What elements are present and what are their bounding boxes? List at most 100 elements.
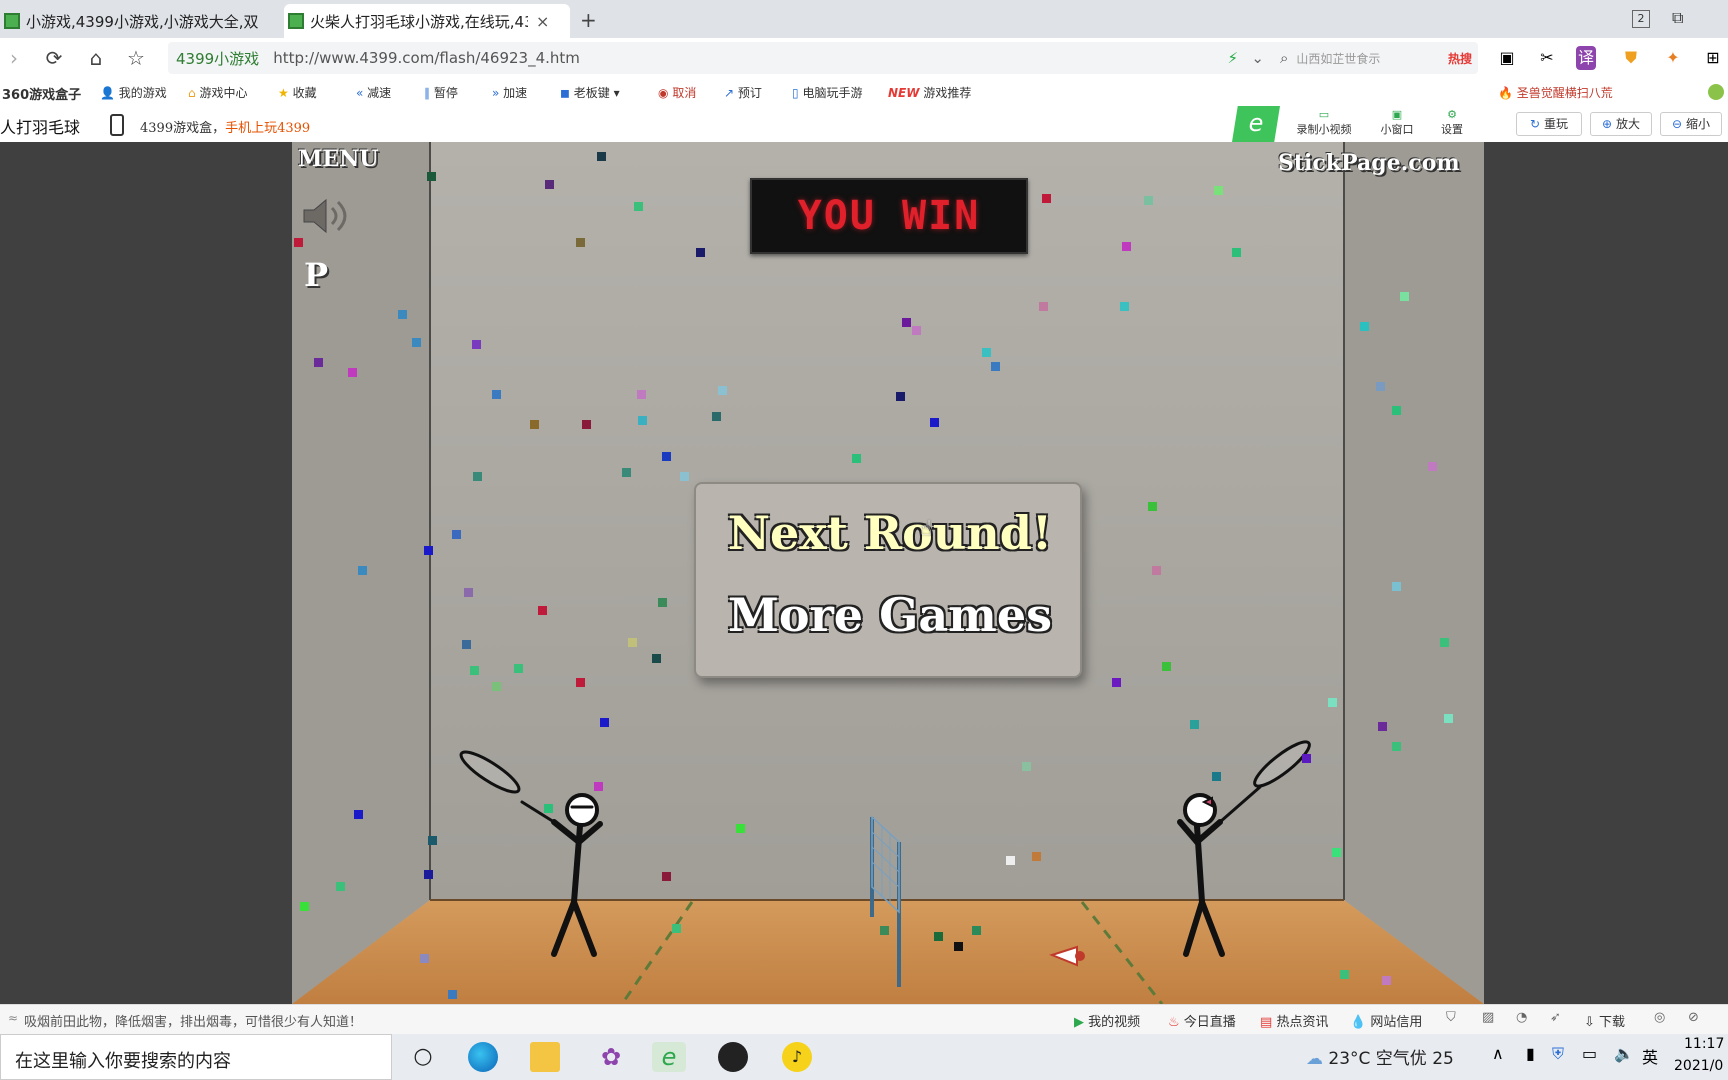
weather-widget[interactable]: ☁ 23°C 空气优 25 [1306, 1044, 1454, 1069]
more-games-button[interactable]: More Games [696, 588, 1084, 642]
download-button[interactable]: ⇩ 下载 [1584, 1011, 1625, 1030]
tab-counter[interactable]: 2 [1632, 10, 1650, 28]
zoom-in-button[interactable]: ⊕ 放大 [1590, 112, 1652, 136]
stickpage-logo[interactable]: StickPage.com [1278, 150, 1460, 176]
hot-search-label[interactable]: 热搜 [1448, 50, 1472, 67]
grid-icon[interactable]: ⊞ [1700, 46, 1726, 70]
game-box-label[interactable]: 360游戏盒子 [2, 84, 81, 103]
record-video-button[interactable]: ▭ 录制小视频 [1294, 108, 1354, 137]
gear-icon: ⚙ [1447, 108, 1457, 121]
sound-icon[interactable]: ◎ [1654, 1010, 1665, 1025]
link-label: 网站信用 [1370, 1015, 1423, 1030]
volume-icon[interactable]: 🔈 [1614, 1044, 1634, 1063]
mini-window-button[interactable]: ▣ 小窗口 [1372, 108, 1422, 137]
chevron-down-icon[interactable]: ⌄ [1251, 49, 1264, 67]
share-icon: ↗ [724, 86, 735, 100]
bookmark-label: 游戏中心 [199, 86, 248, 100]
file-explorer-icon[interactable] [530, 1042, 560, 1072]
tv-icon: ▣ [1391, 108, 1403, 121]
address-bar: › ⟳ ⌂ ☆ 4399小游戏 http://www.4399.com/flas… [0, 38, 1728, 78]
zoom-out-button[interactable]: ⊖ 缩小 [1660, 112, 1722, 136]
settings-button[interactable]: ⚙ 设置 [1432, 108, 1472, 137]
scissors-icon[interactable]: ✂ [1534, 46, 1560, 70]
bookmark-pause[interactable]: ∥ 暂停 [424, 84, 458, 101]
bookmark-game-center[interactable]: ⌂ 游戏中心 [188, 84, 247, 101]
tab-title: 火柴人打羽毛球小游戏,在线玩,439 [310, 12, 528, 31]
home-icon[interactable]: ⌂ [82, 44, 110, 72]
history-icon[interactable]: ◔ [1516, 1010, 1527, 1025]
task-view-icon[interactable]: ○ [406, 1042, 440, 1072]
rocket-icon[interactable]: ➶ [1550, 1010, 1561, 1025]
close-icon[interactable]: × [536, 12, 549, 31]
live-link[interactable]: ♨ 今日直播 [1168, 1011, 1236, 1030]
shield-icon[interactable]: ⛉ [1446, 1010, 1456, 1025]
news-ticker[interactable]: 吸烟前田此物，降低烟害，排出烟毒，可惜很少有人知道！ [24, 1011, 362, 1030]
taskbar-search-input[interactable]: 在这里输入你要搜索的内容 [0, 1034, 392, 1080]
bookmark-favorites[interactable]: ★ 收藏 [278, 84, 317, 101]
status-bar: ≈ 吸烟前田此物，降低烟害，排出烟毒，可惜很少有人知道！ ▶ 我的视频 ♨ 今日… [0, 1004, 1728, 1034]
replay-button[interactable]: ↻ 重玩 [1516, 112, 1582, 136]
news-link[interactable]: ▤ 热点资讯 [1260, 1011, 1328, 1030]
game-canvas[interactable]: MENU P StickPage.com YOU WIN Next Round!… [292, 142, 1484, 1004]
menu-button[interactable]: MENU [298, 146, 378, 172]
my-videos-link[interactable]: ▶ 我的视频 [1074, 1011, 1140, 1030]
bookmark-label: 取消 [672, 86, 697, 100]
tab-badminton-game[interactable]: 火柴人打羽毛球小游戏,在线玩,439 × [284, 4, 570, 38]
ie-logo-icon[interactable]: e [1232, 106, 1280, 142]
fire-icon: ♨ [1168, 1015, 1180, 1030]
bookmark-boss-key[interactable]: ◼ 老板键 ▾ [560, 84, 620, 101]
edge-browser-icon[interactable] [468, 1042, 498, 1072]
new-tab-button[interactable]: + [580, 8, 597, 32]
hand-cursor-icon: ☝ [920, 516, 933, 540]
game-icon[interactable]: ✦ [1660, 46, 1686, 70]
music-icon[interactable]: ♪ [782, 1042, 812, 1072]
restore-icon[interactable]: ⧉ [1672, 8, 1683, 28]
translate-icon[interactable]: 译 [1576, 46, 1596, 70]
search-icon: ⌕ [1280, 49, 1289, 67]
mobile-promo[interactable]: 4399游戏盒，手机上玩4399 [140, 117, 310, 136]
tool-label: 录制小视频 [1296, 123, 1352, 136]
bookmark-reserve[interactable]: ↗ 预订 [724, 84, 762, 101]
speaker-icon[interactable] [300, 198, 350, 234]
shield-icon[interactable]: ⛊ [1618, 46, 1644, 70]
bookmark-recommend[interactable]: NEW 游戏推荐 [888, 84, 971, 101]
download-icon: ⇩ [1584, 1015, 1595, 1030]
bookmark-slow[interactable]: « 减速 [356, 84, 391, 101]
rewind-icon: « [356, 86, 364, 100]
bookmark-mobile-games[interactable]: ▯ 电脑玩手游 [792, 84, 862, 101]
site-credit-link[interactable]: 💧 网站信用 [1350, 1011, 1422, 1030]
search-input[interactable]: ⌕ 山西如芷世食示 热搜 [1272, 42, 1478, 74]
link-label: 热点资讯 [1276, 1015, 1329, 1030]
ime-indicator[interactable]: 英 [1642, 1044, 1658, 1068]
star-icon: ★ [278, 86, 289, 100]
promo-link[interactable]: 🔥 圣兽觉醒横扫八荒 [1498, 84, 1613, 101]
chevron-up-icon[interactable]: ∧ [1492, 1044, 1504, 1063]
bookmark-my-games[interactable]: 👤 我的游戏 [100, 84, 167, 101]
status-dot-icon[interactable] [1708, 84, 1724, 100]
next-round-button[interactable]: Next Round! [696, 506, 1084, 560]
pause-button[interactable]: P [304, 256, 328, 294]
cloud-icon: ☁ [1306, 1049, 1323, 1069]
tab-4399-home[interactable]: 小游戏,4399小游戏,小游戏大全,双 [0, 4, 278, 38]
bookmark-cancel[interactable]: ◉ 取消 [658, 84, 696, 101]
star-icon[interactable]: ☆ [122, 44, 150, 72]
reader-icon[interactable]: ▣ [1494, 46, 1520, 70]
url-field[interactable]: 4399小游戏 http://www.4399.com/flash/46923_… [168, 42, 1278, 74]
clock-time[interactable]: 11:17 [1684, 1036, 1724, 1052]
forward-icon[interactable]: › [0, 44, 28, 72]
reload-icon[interactable]: ⟳ [40, 44, 68, 72]
app-flower-icon[interactable]: ✿ [594, 1042, 628, 1072]
defender-icon[interactable]: ⛨ [1552, 1044, 1564, 1064]
lightning-icon[interactable]: ⚡ [1227, 49, 1238, 67]
zoom-icon[interactable]: ⊘ [1688, 1010, 1699, 1025]
tab-bar: 小游戏,4399小游戏,小游戏大全,双 火柴人打羽毛球小游戏,在线玩,439 ×… [0, 0, 1728, 38]
360-browser-icon[interactable]: e [652, 1042, 686, 1072]
video-icon: ▭ [1318, 108, 1330, 121]
favicon-4399-icon [4, 13, 20, 29]
obs-icon[interactable] [718, 1042, 748, 1072]
image-icon[interactable]: ▨ [1482, 1010, 1494, 1025]
clock-date[interactable]: 2021/0 [1674, 1058, 1723, 1074]
usb-icon[interactable]: ▮ [1526, 1044, 1535, 1063]
bookmark-fast[interactable]: » 加速 [492, 84, 527, 101]
network-icon[interactable]: ▭ [1582, 1044, 1597, 1063]
